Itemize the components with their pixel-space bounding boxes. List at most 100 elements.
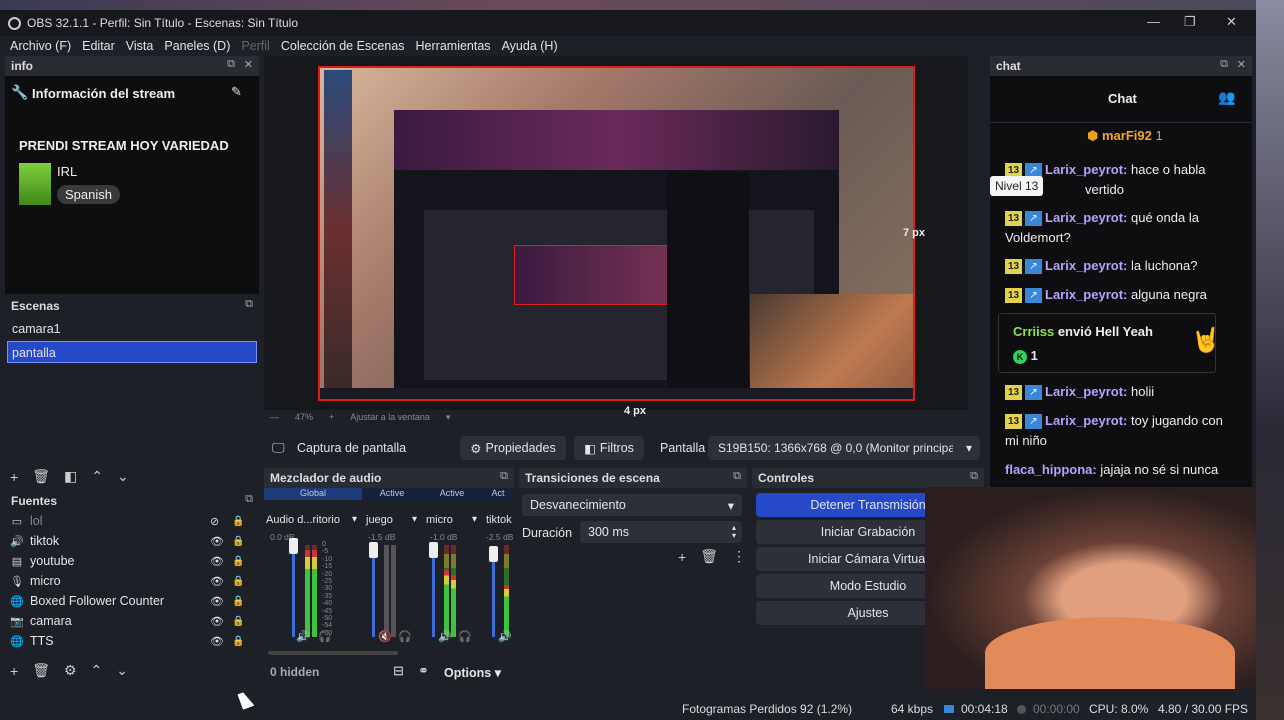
source-item[interactable]: 📷 camara 👁 🔒 xyxy=(10,612,250,630)
menu-archivo[interactable]: Archivo (F) xyxy=(10,39,71,53)
audio-icon: 🔊 xyxy=(10,535,24,548)
scene-filters-icon[interactable]: ◧ xyxy=(64,468,77,485)
remove-transition-icon[interactable]: 🗑 xyxy=(700,548,718,565)
mixer-layout-icon[interactable]: ⊟ xyxy=(393,663,404,679)
remove-source-icon[interactable]: 🗑 xyxy=(32,662,50,679)
channel-menu-icon[interactable]: ▾ xyxy=(352,514,357,525)
add-transition-icon[interactable]: + xyxy=(678,549,686,565)
eye-icon[interactable]: 👁 xyxy=(210,575,224,588)
chat-username[interactable]: Larix_peyrot: xyxy=(1045,384,1127,399)
headphones-icon[interactable]: 🎧 xyxy=(398,630,412,643)
channel-menu-icon[interactable]: ▾ xyxy=(472,514,477,525)
mixer-tab-active[interactable]: Act xyxy=(482,488,514,500)
source-item[interactable]: 🔊 tiktok 👁 🔒 xyxy=(10,532,250,550)
duration-spinbox[interactable]: 300 ms ▴ ▾ xyxy=(580,521,742,543)
source-item[interactable]: 🎙 micro 👁 🔒 xyxy=(10,572,250,590)
fit-window[interactable]: Ajustar a la ventana xyxy=(350,412,430,423)
eye-icon[interactable]: 👁 xyxy=(210,595,224,608)
menu-vista[interactable]: Vista xyxy=(126,39,154,53)
chat-username[interactable]: Larix_peyrot: xyxy=(1045,162,1127,177)
dock-close-icon[interactable]: ✕ xyxy=(1237,58,1246,71)
source-item[interactable]: 🌐 Boxed Follower Counter 👁 🔒 xyxy=(10,592,250,610)
move-up-icon[interactable]: ⌃ xyxy=(91,468,103,485)
dock-float-icon[interactable]: ⧉ xyxy=(245,298,253,311)
headphones-icon[interactable]: 🎧 xyxy=(318,630,332,643)
eye-icon[interactable]: 👁 xyxy=(210,555,224,568)
source-settings-gear-icon[interactable]: ⚙ xyxy=(64,662,77,679)
muted-speaker-icon[interactable]: 🔇 xyxy=(378,630,392,643)
mixer-options-button[interactable]: Options ▾ xyxy=(444,665,501,680)
menu-herramientas[interactable]: Herramientas xyxy=(416,39,491,53)
mute-speaker-icon[interactable]: 🔊 xyxy=(296,630,310,643)
transition-type-select[interactable]: Desvanecimiento ▾ xyxy=(522,494,742,516)
chat-username[interactable]: Larix_peyrot: xyxy=(1045,210,1127,225)
remove-scene-icon[interactable]: 🗑 xyxy=(32,468,50,485)
manage-users-icon[interactable]: 👥 xyxy=(1218,89,1235,106)
scene-item-pantalla[interactable]: pantalla xyxy=(7,341,257,363)
close-icon[interactable]: ✕ xyxy=(1226,14,1237,30)
hidden-eye-icon[interactable]: ⊘ xyxy=(210,515,219,528)
volume-slider-handle[interactable] xyxy=(289,538,298,554)
lock-icon[interactable]: 🔒 xyxy=(232,576,244,587)
gift-user[interactable]: Crriiss xyxy=(1013,324,1054,339)
menu-editar[interactable]: Editar xyxy=(82,39,115,53)
mixer-hscroll[interactable] xyxy=(268,651,398,655)
mixer-link-icon[interactable]: ⚭ xyxy=(418,663,429,679)
zoom-out-icon[interactable]: — xyxy=(270,412,279,423)
mixer-tab-global[interactable]: Global xyxy=(264,488,362,500)
dock-float-icon[interactable]: ⧉ xyxy=(1220,58,1228,71)
edit-pencil-icon[interactable]: ✎ xyxy=(231,84,242,100)
add-source-icon[interactable]: + xyxy=(10,663,18,679)
source-item[interactable]: ▤ youtube 👁 🔒 xyxy=(10,552,250,570)
lock-icon[interactable]: 🔒 xyxy=(232,536,244,547)
mute-speaker-icon[interactable]: 🔊 xyxy=(498,630,512,643)
dock-float-icon[interactable]: ⧉ xyxy=(227,58,235,71)
menu-perfil[interactable]: Perfil xyxy=(241,39,269,53)
mute-speaker-icon[interactable]: 🔊 xyxy=(438,630,452,643)
mixer-tab-active[interactable]: Active xyxy=(422,488,482,500)
minimize-icon[interactable]: — xyxy=(1147,14,1160,29)
lock-icon[interactable]: 🔒 xyxy=(232,616,244,627)
maximize-icon[interactable]: ❐ xyxy=(1184,14,1196,30)
source-label: micro xyxy=(30,574,61,588)
lock-icon[interactable]: 🔒 xyxy=(232,636,244,647)
headphones-icon[interactable]: 🎧 xyxy=(458,630,472,643)
chat-username[interactable]: Larix_peyrot: xyxy=(1045,258,1127,273)
chat-username[interactable]: Larix_peyrot: xyxy=(1045,287,1127,302)
source-item[interactable]: 🌐 TTS 👁 🔒 xyxy=(10,632,250,650)
dock-float-icon[interactable]: ⧉ xyxy=(500,470,508,483)
eye-icon[interactable]: 👁 xyxy=(210,615,224,628)
mixer-tab-active[interactable]: Active xyxy=(362,488,422,500)
menu-paneles[interactable]: Paneles (D) xyxy=(164,39,230,53)
dock-close-icon[interactable]: ✕ xyxy=(244,58,253,71)
zoom-in-icon[interactable]: + xyxy=(329,412,334,423)
menu-coleccion[interactable]: Colección de Escenas xyxy=(281,39,405,53)
dock-float-icon[interactable]: ⧉ xyxy=(970,470,978,483)
chat-username[interactable]: Larix_peyrot: xyxy=(1045,413,1127,428)
channel-menu-icon[interactable]: ▾ xyxy=(412,514,417,525)
eye-icon[interactable]: 👁 xyxy=(210,535,224,548)
eye-icon[interactable]: 👁 xyxy=(210,635,224,648)
volume-slider-handle[interactable] xyxy=(429,542,438,558)
dock-float-icon[interactable]: ⧉ xyxy=(245,493,253,506)
dock-float-icon[interactable]: ⧉ xyxy=(733,470,741,483)
lock-icon[interactable]: 🔒 xyxy=(232,516,244,527)
lock-icon[interactable]: 🔒 xyxy=(232,596,244,607)
move-down-icon[interactable]: ⌄ xyxy=(116,662,128,679)
filters-button[interactable]: ◧ Filtros xyxy=(574,436,644,460)
volume-slider-handle[interactable] xyxy=(369,542,378,558)
scene-item-camara1[interactable]: camara1 xyxy=(8,319,257,339)
preview-canvas[interactable] xyxy=(318,66,915,401)
lock-icon[interactable]: 🔒 xyxy=(232,556,244,567)
move-up-icon[interactable]: ⌃ xyxy=(91,662,103,679)
properties-button[interactable]: ⚙ Propiedades xyxy=(460,436,566,460)
chat-username[interactable]: flaca_hippona: xyxy=(1005,462,1097,477)
screen-select[interactable]: S19B150: 1366x768 @ 0,0 (Monitor princip… xyxy=(708,436,980,460)
chevron-down-icon[interactable]: ▾ xyxy=(446,412,451,423)
more-options-icon[interactable]: ⋮ xyxy=(732,548,746,565)
add-scene-icon[interactable]: + xyxy=(10,469,18,485)
volume-slider-handle[interactable] xyxy=(489,546,498,562)
menu-ayuda[interactable]: Ayuda (H) xyxy=(502,39,558,53)
source-item[interactable]: ▭ lol ⊘ 🔒 xyxy=(10,512,250,530)
move-down-icon[interactable]: ⌄ xyxy=(117,468,129,485)
